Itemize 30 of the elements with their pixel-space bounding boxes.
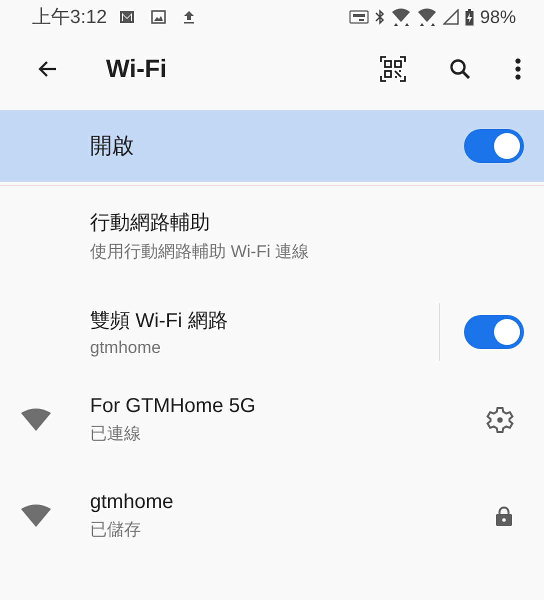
mail-icon xyxy=(118,10,135,24)
status-time: 上午3:12 xyxy=(32,6,107,30)
setting-summary: 使用行動網路輔助 Wi-Fi 連線 xyxy=(90,241,310,263)
search-icon xyxy=(448,57,472,81)
network-status: 已儲存 xyxy=(90,519,142,541)
wifi-signal-icon xyxy=(390,8,411,26)
wifi-signal-icon xyxy=(20,504,52,528)
screen-title: Wi-Fi xyxy=(106,54,167,84)
auto-hz-icon xyxy=(348,10,369,24)
wifi-signal-icon xyxy=(416,8,437,26)
setting-summary: gtmhome xyxy=(90,338,162,358)
setting-title[interactable]: 行動網路輔助 xyxy=(90,209,524,236)
cell-signal-icon xyxy=(442,9,459,25)
network-name[interactable]: gtmhome xyxy=(90,491,496,514)
wifi-toggle[interactable] xyxy=(464,129,524,163)
bluetooth-icon xyxy=(374,9,385,25)
wifi-enable-label: 開啟 xyxy=(90,132,135,160)
battery-icon xyxy=(464,8,474,26)
gear-icon xyxy=(486,406,514,434)
wifi-signal-icon xyxy=(20,408,52,432)
dual-band-toggle[interactable] xyxy=(464,315,524,349)
battery-level: 98% xyxy=(480,6,516,28)
upload-icon xyxy=(182,10,196,24)
image-icon xyxy=(150,10,166,24)
qr-code-icon xyxy=(380,56,406,82)
network-name[interactable]: For GTMHome 5G xyxy=(90,395,478,418)
setting-title[interactable]: 雙頻 Wi-Fi 網路 xyxy=(90,306,439,334)
lock-icon xyxy=(496,506,512,526)
network-status: 已連線 xyxy=(90,423,142,445)
more-options-icon xyxy=(514,57,522,81)
